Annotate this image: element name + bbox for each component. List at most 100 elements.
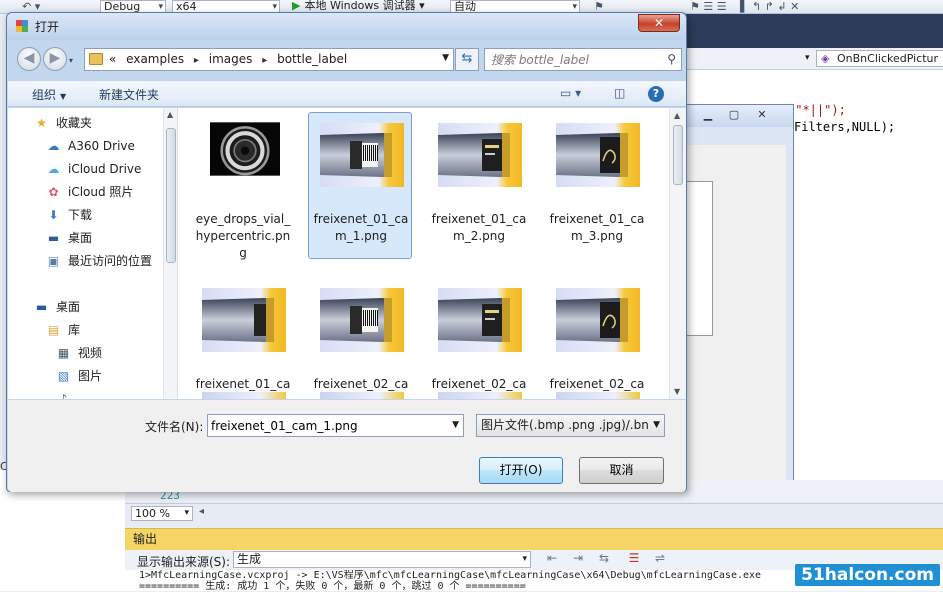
organize-button[interactable]: 组织 ▼: [32, 86, 66, 103]
new-folder-button[interactable]: 新建文件夹: [99, 86, 159, 103]
chevron-down-icon: ▼: [653, 420, 660, 430]
dialog-body: ▲ ★ 收藏夹 ☁ A360 Drive ☁ iCloud Drive ✿ iCloud 照片…: [8, 108, 686, 399]
clear-all-icon[interactable]: ☰: [625, 551, 643, 567]
back-button[interactable]: ◀: [17, 47, 41, 71]
search-input[interactable]: [489, 51, 659, 68]
pictures-icon: ▧: [57, 369, 70, 383]
desktop-icon: ▬: [47, 231, 60, 245]
nav-item[interactable]: ▤ 库: [46, 320, 177, 340]
file-name: freixenet_01_ca m_3.png: [549, 212, 645, 243]
nav-item[interactable]: ▦ 视频: [56, 343, 177, 363]
code-line: Filters,NULL);: [794, 120, 896, 134]
code-line: ("*||");: [788, 103, 846, 117]
minimize-icon[interactable]: ▁: [696, 107, 720, 123]
refresh-icon: ⇆: [461, 51, 473, 66]
nav-item[interactable]: ▬ 桌面: [34, 297, 177, 317]
member-combo[interactable]: ◈ OnBnClickedPictur: [816, 50, 943, 67]
breadcrumb-item[interactable]: bottle_label: [277, 52, 347, 66]
photos-icon: ✿: [48, 185, 59, 199]
find-message-icon[interactable]: ⇆: [595, 551, 613, 567]
file-item-partial[interactable]: [191, 384, 295, 399]
chevron-down-icon[interactable]: ▼: [442, 53, 449, 63]
breadcrumb-item[interactable]: examples: [126, 52, 184, 66]
play-icon: ▶: [292, 0, 301, 12]
forward-button[interactable]: ▶: [43, 47, 67, 71]
breadcrumb-separator-icon[interactable]: ▸: [194, 55, 199, 66]
toolbar-tool-icon[interactable]: ⚑ ☰ ☰: [690, 0, 727, 13]
chevron-down-icon[interactable]: ▾: [805, 53, 810, 63]
file-name: freixenet_01_ca m_1.png: [313, 212, 409, 243]
file-item[interactable]: eye_drops_vial_ hypercentric.pn g: [191, 113, 295, 260]
nav-item[interactable]: ★ 收藏夹: [34, 113, 177, 133]
file-item[interactable]: freixenet_01_ca m_1.png: [308, 112, 412, 259]
close-button[interactable]: ✕: [638, 14, 680, 32]
output-title: 输出: [125, 528, 943, 550]
file-item[interactable]: freixenet_02_ca m_1.png: [309, 278, 413, 399]
file-type-select[interactable]: 图片文件(.bmp .png .jpg)/.bn ▼: [476, 414, 665, 437]
breadcrumb-overflow-icon[interactable]: «: [109, 52, 116, 66]
scroll-left-icon[interactable]: ◂: [199, 506, 204, 517]
nav-item[interactable]: ☁ iCloud Drive: [46, 159, 177, 179]
recent-icon: ▣: [47, 254, 60, 268]
open-button[interactable]: 打开(O): [479, 457, 563, 484]
nav-item-label: 图片: [78, 369, 103, 383]
close-icon[interactable]: ✕: [750, 107, 774, 123]
help-icon[interactable]: ?: [648, 86, 664, 102]
file-thumbnail: [320, 392, 404, 399]
cancel-button[interactable]: 取消: [579, 457, 664, 484]
nav-item[interactable]: ☁ A360 Drive: [46, 136, 177, 156]
scrollbar-thumb[interactable]: [673, 125, 683, 185]
breadcrumb-separator-icon[interactable]: ▸: [262, 55, 267, 66]
nav-item[interactable]: ▬ 桌面: [46, 228, 177, 248]
chevron-down-icon: ▼: [60, 92, 67, 101]
start-debug-button[interactable]: ▶ 本地 Windows 调试器 ▾: [292, 0, 425, 12]
file-thumbnail: [320, 123, 404, 187]
file-item[interactable]: freixenet_01_ca m_4.png: [191, 278, 295, 399]
zoom-combo[interactable]: 100 %: [131, 506, 193, 521]
search-icon[interactable]: ⚲: [667, 52, 676, 66]
file-item-partial[interactable]: [309, 384, 413, 399]
file-thumbnail: [210, 122, 280, 176]
view-mode-icon[interactable]: ▭ ▾: [560, 86, 581, 100]
file-thumbnail: [556, 392, 640, 399]
file-item[interactable]: freixenet_01_ca m_3.png: [545, 113, 649, 260]
file-item[interactable]: freixenet_02_ca m_2.png: [427, 278, 531, 399]
file-item[interactable]: freixenet_02_ca m_3.png: [545, 278, 649, 399]
nav-item[interactable]: ⬇ 下载: [46, 205, 177, 225]
filename-input[interactable]: [211, 418, 441, 434]
dialog-titlebar[interactable]: 打开 ✕: [7, 13, 686, 40]
file-item-partial[interactable]: [427, 384, 531, 399]
nav-item-label: 桌面: [56, 300, 81, 314]
app-icon: [16, 20, 28, 32]
recent-pages-icon[interactable]: ▾: [69, 56, 73, 65]
picture-control-window: ▁ ▢ ✕: [686, 104, 794, 496]
file-item[interactable]: freixenet_01_ca m_2.png: [427, 113, 531, 260]
nav-item-label: 最近访问的位置: [68, 254, 153, 268]
file-thumbnail: [438, 288, 522, 352]
nav-item-label: 下载: [68, 208, 93, 222]
chevron-down-icon[interactable]: ▼: [452, 420, 459, 430]
nav-item[interactable]: ▧ 图片: [56, 366, 177, 386]
output-source-select[interactable]: 生成: [233, 551, 531, 568]
nav-item-label: 视频: [78, 346, 103, 360]
bookmark-icon[interactable]: ▌ ↰ ↱ ↲ ✕: [740, 0, 799, 13]
nav-item[interactable]: ✿ iCloud 照片: [46, 182, 177, 202]
scroll-down-icon[interactable]: ▼: [674, 387, 680, 396]
open-file-dialog: 打开 ✕ ◀ ▶ ▾ « examples ▸ images ▸ bottle_…: [6, 12, 687, 492]
nav-item[interactable]: ▣ 最近访问的位置: [46, 251, 177, 271]
address-bar[interactable]: « examples ▸ images ▸ bottle_label ▼: [84, 48, 454, 71]
folder-icon: [89, 53, 103, 65]
file-item-partial[interactable]: [545, 384, 649, 399]
preview-pane-icon[interactable]: ◫: [614, 86, 625, 100]
word-wrap-icon[interactable]: ⇌: [651, 551, 669, 567]
breadcrumb-item[interactable]: images: [209, 52, 253, 66]
scroll-up-icon[interactable]: ▲: [674, 111, 680, 120]
next-message-icon[interactable]: ⇥: [569, 551, 587, 567]
refresh-button[interactable]: ⇆: [455, 48, 479, 71]
nav-item[interactable]: ♪: [56, 389, 177, 399]
library-icon: ▤: [47, 323, 60, 337]
file-list-scrollbar[interactable]: ▲ ▼: [669, 108, 686, 399]
maximize-icon[interactable]: ▢: [722, 107, 746, 123]
forward-arrow-icon: ▶: [49, 50, 61, 66]
prev-message-icon[interactable]: ⇤: [543, 551, 561, 567]
